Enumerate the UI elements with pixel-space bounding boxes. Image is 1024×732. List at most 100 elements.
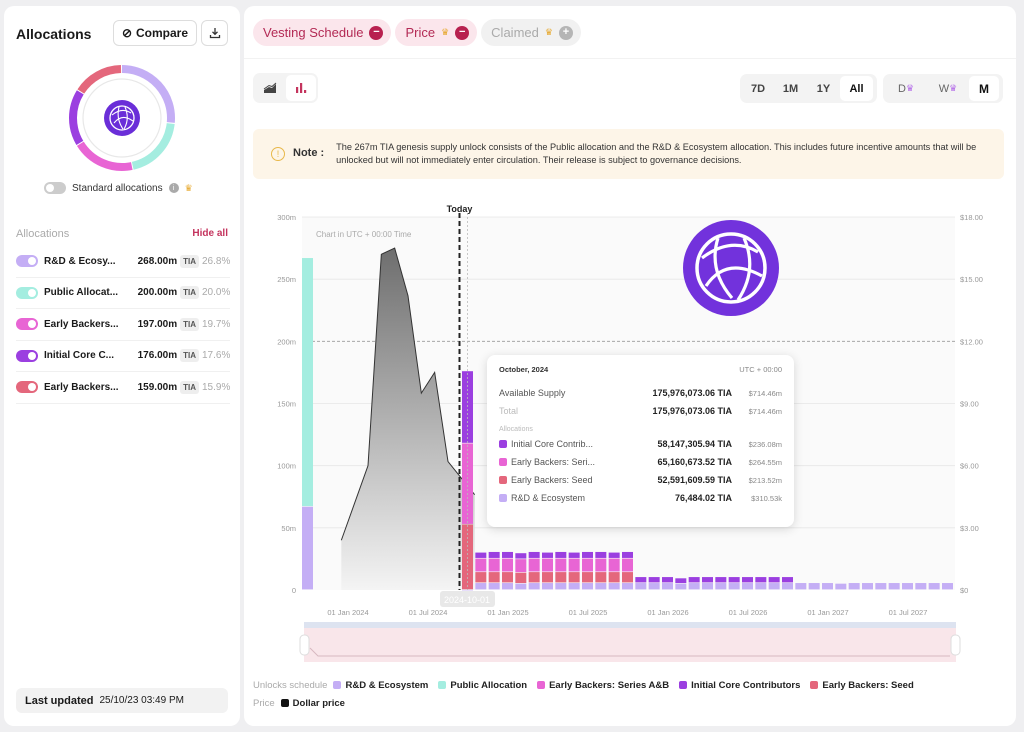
y-right-tick-label: $0	[960, 586, 968, 595]
bar-segment	[675, 583, 687, 590]
x-tick-label: 01 Jan 2025	[487, 608, 528, 617]
x-tick-label: 01 Jul 2027	[889, 608, 928, 617]
bar-segment	[582, 583, 593, 590]
bar-segment	[715, 577, 727, 583]
color-swatch	[537, 681, 546, 689]
bar-segment	[568, 583, 580, 590]
bar-segment	[582, 558, 593, 572]
legend-item-label: Dollar price	[292, 697, 345, 709]
legend-item-label: Initial Core Contributors	[691, 679, 801, 691]
tooltip-available-row: Available Supply 175,976,073.06 TIA $714…	[499, 384, 782, 402]
bar-segment	[622, 583, 633, 590]
bar-segment	[555, 558, 567, 572]
bar-segment	[502, 572, 513, 583]
tooltip-total-usd: $714.46m	[748, 406, 782, 416]
legend-item-dollar-price[interactable]: Dollar price	[280, 697, 345, 709]
tooltip-date: October, 2024	[499, 365, 549, 374]
color-swatch	[810, 681, 819, 689]
bar-segment	[528, 551, 540, 558]
color-swatch	[280, 699, 289, 707]
bar-segment	[702, 583, 713, 590]
tooltip-allocation-name: Initial Core Contrib...	[511, 439, 594, 449]
legend-item-label: Early Backers: Series A&B	[549, 679, 670, 691]
bar-segment	[648, 577, 660, 583]
legend-item-early-backers-series[interactable]: Early Backers: Series A&B	[537, 680, 669, 691]
legend-item-initial-core[interactable]: Initial Core Contributors	[679, 680, 800, 691]
tooltip-allocation-value: 65,160,673.52 TIA	[657, 457, 732, 467]
bar-segment	[635, 577, 647, 583]
bar-segment	[888, 583, 900, 590]
bar-segment	[768, 577, 780, 583]
x-tick-label: 01 Jan 2027	[807, 608, 848, 617]
color-swatch	[499, 476, 507, 484]
chart-legend: Unlocks schedule R&D & Ecosystem Public …	[253, 676, 918, 712]
y-right-tick-label: $15.00	[960, 275, 983, 284]
bar-segment	[835, 583, 847, 590]
tooltip-allocation-usd: $310.53k	[751, 493, 782, 503]
bar-segment	[848, 583, 860, 590]
x-tick-label: 01 Jul 2026	[729, 608, 768, 617]
tooltip-total-row: Total 175,976,073.06 TIA $714.46m	[499, 402, 782, 420]
y-right-tick-label: $18.00	[960, 213, 983, 222]
tooltip-available-usd: $714.46m	[748, 388, 782, 398]
bar-segment	[808, 583, 820, 590]
bar-segment	[542, 552, 553, 558]
navigator-track	[304, 622, 956, 628]
bar-segment	[488, 558, 500, 572]
tooltip-allocation-value: 52,591,609.59 TIA	[657, 475, 732, 485]
bar-segment	[622, 551, 633, 558]
bar-segment	[902, 583, 913, 590]
bar-segment	[515, 553, 527, 559]
x-tick-label: 01 Jan 2024	[327, 608, 368, 617]
bar-segment	[528, 572, 540, 583]
tooltip-total-value: 175,976,073.06 TIA	[652, 406, 732, 416]
bar-segment	[795, 583, 807, 590]
bar-segment	[502, 551, 513, 558]
navigator-left-handle[interactable]	[299, 634, 310, 656]
tooltip-allocations-label: Allocations	[499, 426, 533, 433]
bar-segment	[942, 583, 953, 590]
bar-segment	[662, 583, 673, 590]
bar-segment	[555, 572, 567, 583]
bar-segment	[595, 558, 607, 572]
legend-item-rd-ecosystem[interactable]: R&D & Ecosystem	[333, 680, 428, 691]
bar-segment	[595, 551, 607, 558]
tooltip-available-value: 175,976,073.06 TIA	[652, 388, 732, 398]
y-right-tick-label: $12.00	[960, 337, 983, 346]
legend-item-public-allocation[interactable]: Public Allocation	[438, 680, 527, 691]
navigator-right-handle[interactable]	[950, 634, 961, 656]
bar-segment	[755, 577, 767, 583]
bar-segment	[622, 572, 633, 583]
color-swatch	[333, 681, 342, 689]
y-right-tick-label: $6.00	[960, 462, 979, 471]
bar-segment	[688, 577, 700, 583]
bar-segment	[542, 558, 553, 572]
bar-segment	[568, 552, 580, 558]
navigator-range[interactable]	[304, 628, 956, 662]
tooltip-allocation-row: Early Backers: Seed 52,591,609.59 TIA $2…	[499, 471, 782, 489]
bar-segment	[648, 583, 660, 590]
chart-tooltip: October, 2024 UTC + 00:00 Available Supp…	[487, 355, 794, 527]
bar-segment	[622, 558, 633, 572]
bar-segment	[822, 583, 833, 590]
bar-segment	[608, 583, 620, 590]
y-right-tick-label: $9.00	[960, 400, 979, 409]
bar-segment	[755, 583, 767, 590]
bar-segment	[515, 583, 527, 590]
y-left-tick-label: 50m	[281, 524, 296, 533]
bar-segment	[475, 552, 487, 558]
bar-segment	[915, 583, 927, 590]
x-tick-label: 01 Jan 2026	[647, 608, 688, 617]
bar-segment	[542, 572, 553, 583]
bar-segment	[488, 551, 500, 558]
bar-segment	[488, 583, 500, 590]
tooltip-allocation-row: Early Backers: Seri... 65,160,673.52 TIA…	[499, 453, 782, 471]
bar-segment	[528, 558, 540, 572]
bar-segment	[528, 583, 540, 590]
legend-price-row: Price Dollar price	[253, 694, 918, 712]
tooltip-allocation-usd: $236.08m	[748, 439, 782, 449]
bar-segment	[742, 583, 753, 590]
bar-segment	[635, 583, 647, 590]
legend-item-early-backers-seed[interactable]: Early Backers: Seed	[810, 680, 914, 691]
y-left-tick-label: 0	[292, 586, 296, 595]
